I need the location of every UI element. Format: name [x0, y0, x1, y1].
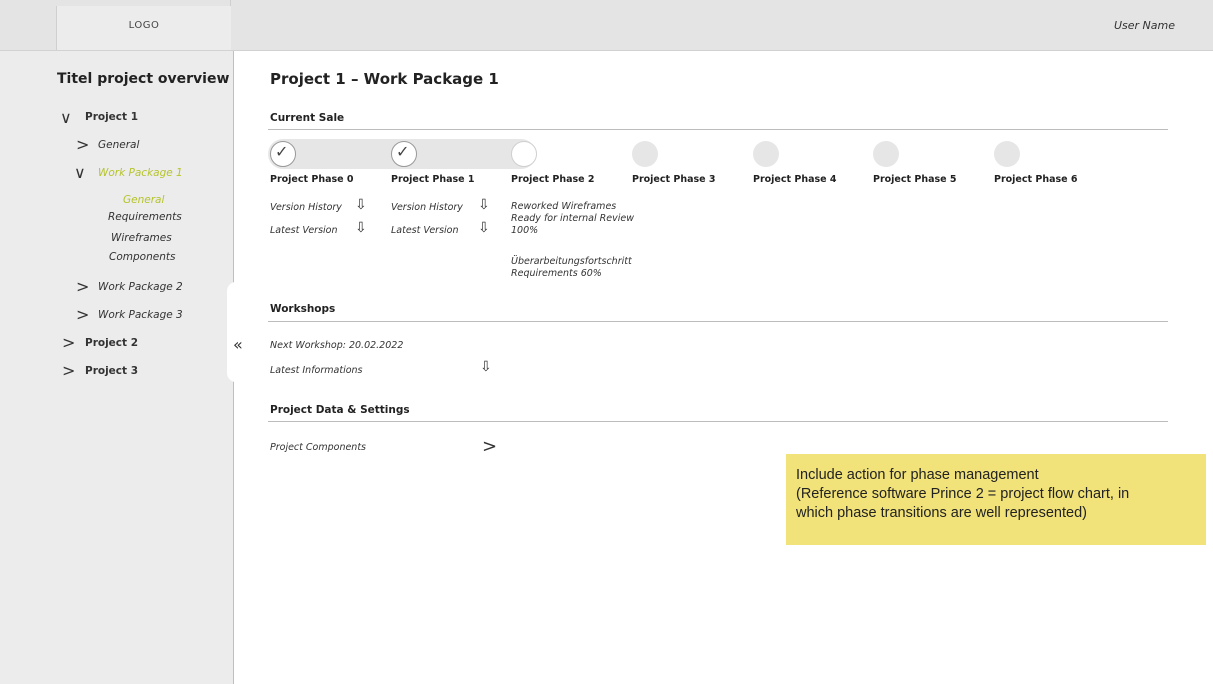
- chevron-right-icon[interactable]: >: [62, 361, 75, 380]
- tree-item-work-package-3[interactable]: Work Package 3: [98, 309, 183, 321]
- tree-item-project1[interactable]: Project 1: [85, 111, 138, 123]
- sidebar-title: Titel project overview: [57, 71, 230, 87]
- section-title-workshops: Workshops: [270, 303, 336, 315]
- phase-1-latest-version-link[interactable]: Latest Version: [391, 225, 459, 237]
- phase-0-status-done[interactable]: ✓: [270, 141, 296, 167]
- tree-item-wireframes[interactable]: Wireframes: [111, 232, 172, 244]
- divider: [268, 321, 1168, 322]
- phase-0-latest-version-link[interactable]: Latest Version: [270, 225, 338, 237]
- chevron-right-icon[interactable]: >: [76, 305, 89, 324]
- section-title-project-data: Project Data & Settings: [270, 404, 410, 416]
- next-workshop-text: Next Workshop: 20.02.2022: [270, 340, 404, 351]
- phase-label: Project Phase 2: [511, 174, 595, 185]
- phase-label: Project Phase 5: [873, 174, 957, 185]
- note-line: (Reference software Prince 2 = project f…: [796, 486, 1130, 502]
- logo-area: LOGO: [0, 0, 231, 50]
- download-icon[interactable]: ⇩: [355, 197, 367, 213]
- phase-0-version-history-link[interactable]: Version History: [270, 202, 342, 214]
- latest-informations-link[interactable]: Latest Informations: [270, 365, 363, 377]
- phase-1-version-history-link[interactable]: Version History: [391, 202, 463, 214]
- logo-box[interactable]: LOGO: [56, 6, 231, 50]
- tree-item-requirements[interactable]: Requirements: [108, 211, 182, 223]
- section-title-current-state: Current Sale: [270, 112, 345, 124]
- chevron-down-icon[interactable]: ∨: [74, 163, 86, 182]
- phase-5-status[interactable]: [873, 141, 899, 167]
- logo: LOGO: [128, 20, 160, 31]
- download-icon[interactable]: ⇩: [478, 220, 490, 236]
- tree-item-project3[interactable]: Project 3: [85, 365, 138, 377]
- phase-label: Project Phase 6: [994, 174, 1078, 185]
- user-name[interactable]: User Name: [1114, 19, 1175, 32]
- phase-2-note: Überarbeitungsfortschritt: [511, 256, 632, 267]
- divider: [268, 129, 1168, 130]
- phase-1-status-done[interactable]: ✓: [391, 141, 417, 167]
- tree-item-general[interactable]: General: [98, 139, 139, 151]
- top-bar: LOGO User Name: [0, 0, 1213, 51]
- collapse-sidebar-icon[interactable]: «: [233, 335, 243, 354]
- phase-2-note: Requirements 60%: [511, 268, 602, 279]
- check-icon: ✓: [275, 142, 289, 161]
- chevron-right-icon[interactable]: >: [76, 277, 89, 296]
- phase-2-status-current[interactable]: [511, 141, 537, 167]
- phase-label: Project Phase 1: [391, 174, 475, 185]
- download-icon[interactable]: ⇩: [355, 220, 367, 236]
- phase-label: Project Phase 4: [753, 174, 837, 185]
- phase-label: Project Phase 3: [632, 174, 716, 185]
- tree-item-project2[interactable]: Project 2: [85, 337, 138, 349]
- phase-6-status[interactable]: [994, 141, 1020, 167]
- tree-item-wp1-general[interactable]: General: [123, 194, 164, 206]
- tree-item-work-package-2[interactable]: Work Package 2: [98, 281, 183, 293]
- check-icon: ✓: [396, 142, 410, 161]
- tree-item-work-package-1[interactable]: Work Package 1: [98, 167, 183, 179]
- phase-label: Project Phase 0: [270, 174, 354, 185]
- sidebar: Titel project overview ∨ Project 1 > Gen…: [0, 51, 234, 684]
- note-line: Include action for phase management: [796, 467, 1039, 483]
- download-icon[interactable]: ⇩: [478, 197, 490, 213]
- page-title: Project 1 – Work Package 1: [270, 70, 499, 88]
- download-icon[interactable]: ⇩: [480, 359, 492, 375]
- annotation-sticky-note: Include action for phase management (Ref…: [786, 454, 1206, 545]
- chevron-right-icon[interactable]: >: [76, 135, 89, 154]
- chevron-down-icon[interactable]: ∨: [60, 108, 72, 127]
- note-line: which phase transitions are well represe…: [796, 505, 1087, 521]
- project-components-link[interactable]: Project Components: [270, 442, 366, 454]
- divider: [268, 421, 1168, 422]
- phase-4-status[interactable]: [753, 141, 779, 167]
- chevron-right-icon[interactable]: >: [482, 436, 497, 457]
- sidebar-collapse-handle: [227, 282, 245, 382]
- phase-3-status[interactable]: [632, 141, 658, 167]
- tree-item-components[interactable]: Components: [109, 251, 175, 263]
- phase-2-note: 100%: [511, 225, 539, 236]
- chevron-right-icon[interactable]: >: [62, 333, 75, 352]
- phase-2-note: Ready for internal Review: [511, 213, 634, 224]
- phase-2-note: Reworked Wireframes: [511, 201, 617, 212]
